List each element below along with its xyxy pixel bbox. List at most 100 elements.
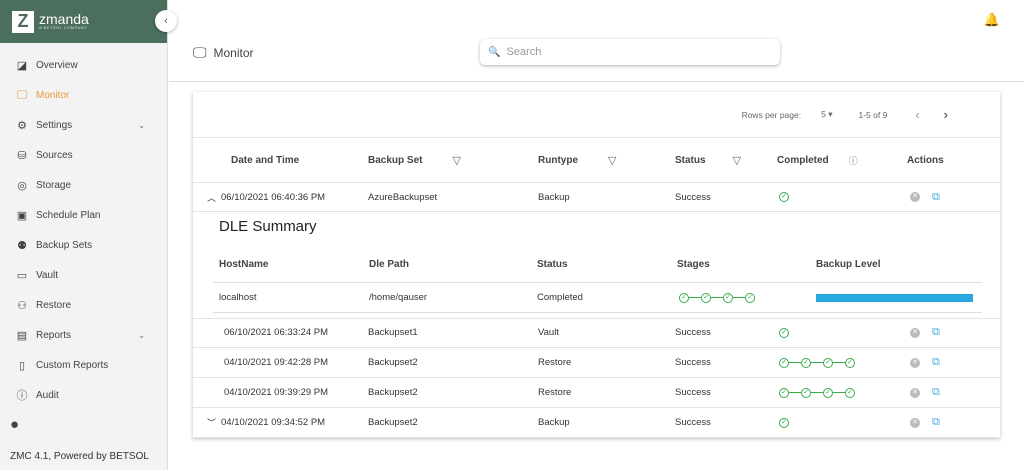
prev-page-button[interactable]: ‹ (915, 107, 919, 122)
expand-row-icon[interactable]: ﹀ (207, 416, 216, 429)
sidebar: Z zmanda A BETSOL COMPANY ‹ ◪ Overview 🖵 Mon… (0, 0, 177, 470)
dle-stages: ✓ ✓ ✓ ✓ (679, 283, 755, 312)
sidebar-item-audit[interactable]: ⓘ Audit (0, 380, 167, 410)
dle-col-backup-level: Backup Level (816, 258, 881, 270)
check-icon: ✓ (823, 357, 833, 368)
sidebar-item-schedule-plan[interactable]: ▣ Schedule Plan (0, 200, 167, 230)
cancel-icon[interactable]: ✕ (910, 387, 920, 398)
sidebar-item-label: Backup Sets (36, 239, 93, 251)
user-avatar-icon[interactable]: ● (10, 416, 19, 433)
check-icon: ✓ (779, 357, 789, 368)
check-icon: ✓ (845, 387, 855, 398)
filter-icon[interactable]: ▽ (608, 154, 616, 167)
storage-icon: ◎ (17, 179, 27, 192)
sidebar-item-vault[interactable]: ▭ Vault (0, 260, 167, 290)
dle-col-stages: Stages (677, 258, 710, 270)
dle-summary-title: DLE Summary (219, 218, 317, 235)
table-row[interactable]: 06/10/2021 06:33:24 PM Backupset1 Vault … (193, 318, 1000, 348)
row-backup-set: AzureBackupset (368, 191, 438, 203)
check-icon: ✓ (845, 357, 855, 368)
cancel-icon[interactable]: ✕ (910, 327, 920, 338)
sidebar-item-overview[interactable]: ◪ Overview (0, 50, 167, 80)
row-runtype: Restore (538, 387, 572, 398)
dle-col-path: Dle Path (369, 258, 410, 270)
dle-host: localhost (219, 292, 257, 303)
row-backup-set: Backupset2 (368, 387, 418, 398)
brand-name: zmanda (39, 11, 89, 27)
sources-icon: ⛁ (17, 149, 27, 162)
table-row[interactable]: ﹀ 04/10/2021 09:34:52 PM Backupset2 Backu… (193, 408, 1000, 438)
sidebar-item-label: Custom Reports (36, 359, 109, 371)
col-status: Status (675, 154, 706, 166)
search-input[interactable]: 🔍 Search (480, 39, 780, 65)
overview-icon: ◪ (16, 59, 28, 72)
copy-icon[interactable]: ⧉ (932, 386, 940, 399)
backup-sets-icon: ⚉ (17, 239, 27, 252)
sidebar-item-monitor[interactable]: 🖵 Monitor (0, 80, 167, 110)
row-completed: ✓ (779, 408, 789, 437)
row-backup-set: Backupset2 (368, 357, 418, 368)
chevron-down-icon[interactable]: ⌄ (138, 121, 145, 130)
rows-per-page-select[interactable]: 5 ▾ (811, 109, 832, 120)
brand-tagline: A BETSOL COMPANY (39, 25, 88, 30)
check-icon: ✓ (779, 327, 789, 338)
cancel-icon[interactable]: ✕ (910, 357, 920, 368)
copy-icon[interactable]: ⧉ (932, 191, 940, 204)
pagination: Rows per page: 5 ▾ 1-5 of 9 ‹ › (193, 92, 1000, 138)
page-range: 1-5 of 9 (858, 109, 888, 120)
collapse-row-icon[interactable]: ︿ (207, 191, 216, 204)
cancel-icon[interactable]: ✕ (910, 192, 920, 202)
filter-icon[interactable]: ▽ (452, 154, 460, 167)
dle-status: Completed (537, 292, 583, 303)
sidebar-item-settings[interactable]: ⚙ Settings ⌄ (0, 110, 167, 140)
row-runtype: Backup (538, 191, 570, 203)
sidebar-item-label: Schedule Plan (36, 209, 101, 221)
row-backup-set: Backupset2 (368, 417, 418, 428)
sidebar-item-sources[interactable]: ⛁ Sources (0, 140, 167, 170)
monitor-icon: 🖵 (193, 44, 207, 60)
backup-level-bar (816, 283, 973, 312)
table-row[interactable]: 04/10/2021 09:42:28 PM Backupset2 Restor… (193, 348, 1000, 378)
page-title-text: Monitor (213, 45, 254, 60)
row-completed: ✓ (779, 183, 789, 211)
custom-reports-icon: ▯ (18, 359, 26, 372)
cancel-icon[interactable]: ✕ (910, 417, 920, 428)
sidebar-item-restore[interactable]: ⚇ Restore (0, 290, 167, 320)
table-row[interactable]: 04/10/2021 09:39:29 PM Backupset2 Restor… (193, 378, 1000, 408)
col-runtype: Runtype (538, 154, 578, 166)
sidebar-item-storage[interactable]: ◎ Storage (0, 170, 167, 200)
restore-icon: ⚇ (17, 299, 27, 312)
dle-path: /home/qauser (369, 292, 428, 303)
rows-per-page-label: Rows per page: (741, 109, 802, 120)
dle-col-status: Status (537, 258, 568, 270)
row-status: Success (675, 357, 711, 368)
sidebar-item-label: Restore (36, 299, 72, 311)
version-footer: ZMC 4.1, Powered by BETSOL (10, 451, 149, 462)
sidebar-item-backup-sets[interactable]: ⚉ Backup Sets (0, 230, 167, 260)
filter-icon[interactable]: ▽ (733, 154, 741, 167)
next-page-button[interactable]: › (944, 107, 948, 122)
row-date: 04/10/2021 09:42:28 PM (224, 357, 329, 368)
monitor-table: Rows per page: 5 ▾ 1-5 of 9 ‹ › Date and… (193, 92, 1000, 438)
sidebar-item-label: Storage (36, 179, 72, 191)
row-completed: ✓ ✓ ✓ ✓ (779, 348, 855, 377)
table-header: Date and Time Backup Set ▽ Runtype ▽ Statu… (193, 138, 1000, 183)
col-completed: Completed (777, 154, 829, 166)
sidebar-item-label: Audit (36, 389, 59, 401)
row-date: 06/10/2021 06:40:36 PM (221, 191, 326, 203)
row-status: Success (675, 327, 711, 338)
row-date: 04/10/2021 09:34:52 PM (221, 417, 326, 428)
sidebar-item-reports[interactable]: ▤ Reports ⌄ (0, 320, 167, 350)
copy-icon[interactable]: ⧉ (932, 416, 940, 429)
copy-icon[interactable]: ⧉ (932, 356, 940, 369)
gear-icon: ⚙ (17, 119, 27, 132)
chevron-down-icon[interactable]: ⌄ (138, 331, 145, 340)
sidebar-item-label: Monitor (36, 89, 70, 101)
notification-bell-icon[interactable]: 🔔 (984, 12, 1000, 28)
table-row[interactable]: ︿ 06/10/2021 06:40:36 PM AzureBackupset B… (193, 183, 1000, 212)
check-icon: ✓ (779, 387, 789, 398)
page-title: 🖵 Monitor (193, 44, 254, 61)
help-icon[interactable]: ⓘ (849, 154, 858, 167)
copy-icon[interactable]: ⧉ (932, 326, 940, 339)
sidebar-item-custom-reports[interactable]: ▯ Custom Reports (0, 350, 167, 380)
